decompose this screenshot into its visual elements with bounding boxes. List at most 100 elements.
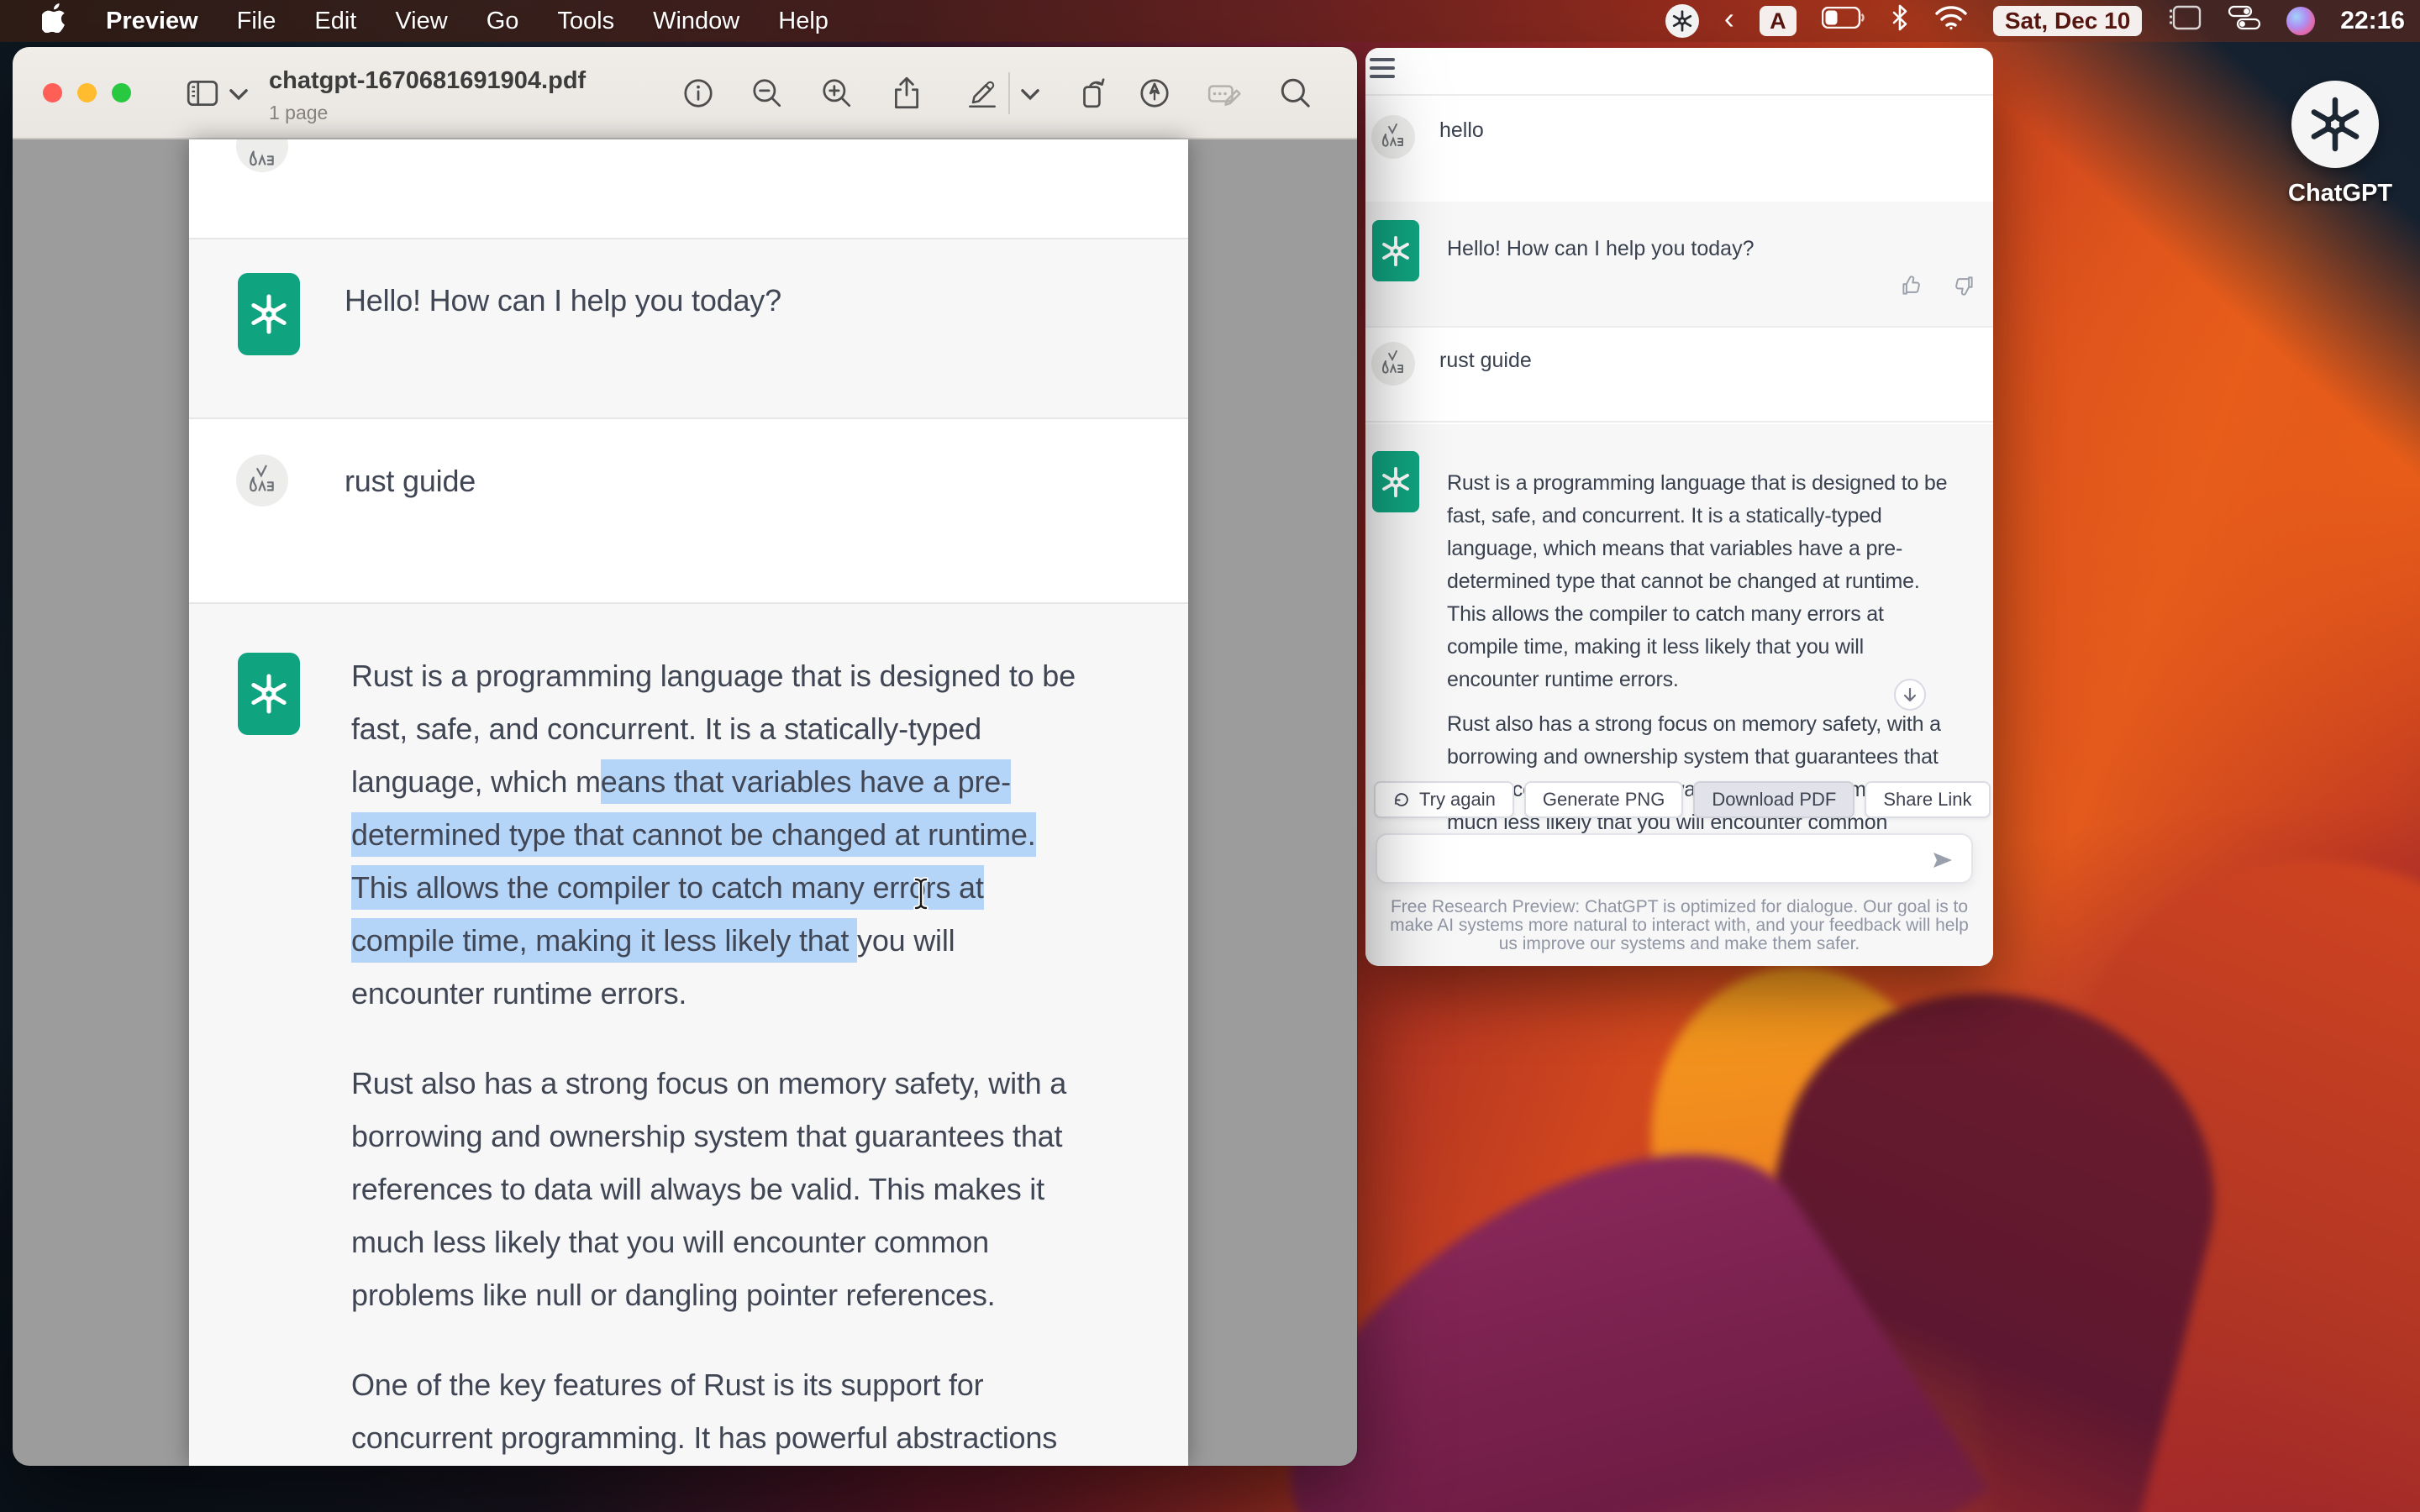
- menu-clock[interactable]: 22:16: [2340, 7, 2405, 35]
- highlighter-icon[interactable]: [965, 76, 1000, 111]
- chevron-left-icon[interactable]: ‹: [1724, 3, 1734, 39]
- download-pdf-button[interactable]: Download PDF: [1693, 781, 1854, 818]
- menu-item[interactable]: Help: [778, 8, 829, 35]
- zoom-button[interactable]: [112, 83, 131, 102]
- text-line: references to data will always be valid.…: [351, 1163, 1175, 1215]
- siri-icon[interactable]: [2286, 7, 2315, 35]
- text-cursor: [912, 877, 930, 911]
- text-line: encounter runtime errors.: [351, 967, 1175, 1020]
- text-line: This allows the compiler to catch many e…: [1447, 598, 1981, 631]
- pdf-page[interactable]: Hello! How can I help you today?: [189, 139, 1188, 1466]
- zoom-in-icon[interactable]: [819, 76, 855, 111]
- user-avatar: [236, 139, 288, 172]
- text-line: language, which means that variables hav…: [1447, 533, 1981, 565]
- assistant-avatar: [1372, 220, 1419, 281]
- text-line: Rust also has a strong focus on memory s…: [351, 1057, 1175, 1110]
- menu-item[interactable]: Go: [487, 8, 519, 35]
- thumbs-up-button[interactable]: [1900, 274, 1923, 297]
- chat-row-assistant: Hello! How can I help you today?: [1365, 202, 1993, 328]
- chevron-down-icon[interactable]: [228, 84, 250, 106]
- assistant-message: Rust is a programming language that is d…: [351, 649, 1175, 1466]
- text-line: determined type that cannot be changed a…: [351, 808, 1175, 861]
- toolbar-divider: [1008, 72, 1010, 114]
- paragraph: Rust also has a strong focus on memory s…: [351, 1057, 1175, 1321]
- text-line: fast, safe, and concurrent. It is a stat…: [351, 702, 1175, 755]
- assistant-avatar: [1372, 451, 1419, 512]
- text-line: much less likely that you will encounter…: [351, 1215, 1175, 1268]
- button-label: Download PDF: [1712, 789, 1836, 811]
- rotate-icon[interactable]: [1076, 76, 1111, 111]
- desktop-icon-label: ChatGPT: [2288, 180, 2382, 207]
- desktop: Preview File Edit View Go Tools Window H…: [0, 0, 2420, 1512]
- info-icon[interactable]: [681, 76, 716, 111]
- share-link-button[interactable]: Share Link: [1865, 781, 1990, 818]
- menu-bar-left: Preview File Edit View Go Tools Window H…: [0, 3, 829, 39]
- menu-item[interactable]: View: [395, 8, 447, 35]
- selected-text: compile time, making it less likely that: [351, 918, 857, 963]
- menu-bar: Preview File Edit View Go Tools Window H…: [0, 0, 2420, 42]
- text-line: This allows the compiler to catch many e…: [351, 861, 1175, 914]
- assistant-avatar: [238, 653, 300, 735]
- menu-item[interactable]: Tools: [557, 8, 614, 35]
- close-button[interactable]: [43, 83, 62, 102]
- battery-icon[interactable]: [1822, 7, 1865, 35]
- pdf-chat-row-assistant: Rust is a programming language that is d…: [189, 604, 1188, 1466]
- wifi-icon[interactable]: [1934, 5, 1968, 37]
- page-count: 1 page: [269, 102, 586, 124]
- pdf-chat-row-user: [189, 139, 1188, 239]
- sidebar-icon[interactable]: [185, 76, 220, 111]
- text-line: Rust is a programming language that is d…: [351, 649, 1175, 702]
- apple-menu-icon[interactable]: [42, 3, 67, 39]
- message-input[interactable]: [1376, 833, 1973, 884]
- assistant-message: Hello! How can I help you today?: [1447, 237, 1754, 261]
- user-message: rust guide: [1439, 349, 1532, 373]
- chatgpt-header: [1365, 48, 1993, 96]
- paragraph-with-selection: Rust is a programming language that is d…: [351, 649, 1175, 1020]
- text-line: Rust also has a strong focus on memory s…: [1447, 708, 1981, 741]
- fill-sign-icon[interactable]: [1207, 76, 1242, 111]
- minimize-button[interactable]: [77, 83, 97, 102]
- generate-png-button[interactable]: Generate PNG: [1524, 781, 1684, 818]
- assistant-avatar: [238, 273, 300, 355]
- user-avatar: [1371, 115, 1415, 159]
- menu-date[interactable]: Sat, Dec 10: [1993, 6, 2142, 36]
- window-title: chatgpt-1670681691904.pdf: [269, 67, 586, 95]
- user-avatar: [1371, 342, 1415, 386]
- text-line: Rust is a programming language that is d…: [1447, 467, 1981, 500]
- selected-text: determined type that cannot be changed a…: [351, 812, 1036, 857]
- search-icon[interactable]: [1278, 76, 1313, 111]
- text-line: concurrent programming. It has powerful …: [351, 1411, 1175, 1464]
- text-line: One of the key features of Rust is its s…: [351, 1358, 1175, 1411]
- button-label: Generate PNG: [1543, 789, 1665, 811]
- thumbs-down-button[interactable]: [1952, 274, 1975, 297]
- screen-mirroring-icon[interactable]: [2167, 4, 2202, 38]
- preview-window: chatgpt-1670681691904.pdf 1 page: [13, 47, 1357, 1466]
- text-line: compile time, making it less likely that…: [351, 914, 1175, 967]
- openai-status-icon[interactable]: [1665, 4, 1699, 38]
- selected-text: This allows the compiler to catch many e…: [351, 865, 984, 910]
- chevron-down-icon[interactable]: [1019, 84, 1041, 106]
- bluetooth-icon[interactable]: [1891, 4, 1909, 38]
- menu-item[interactable]: File: [237, 8, 276, 35]
- zoom-out-icon[interactable]: [750, 76, 785, 111]
- pdf-chat-row-user: rust guide: [189, 419, 1188, 604]
- feedback-buttons: [1900, 274, 1975, 297]
- markup-pen-icon[interactable]: [1137, 76, 1172, 111]
- keyboard-layout-indicator[interactable]: A: [1760, 6, 1797, 36]
- control-center-icon[interactable]: [2228, 5, 2261, 37]
- send-icon[interactable]: [1931, 848, 1954, 872]
- paragraph: Rust also has a strong focus on memory s…: [1447, 708, 1981, 839]
- try-again-button[interactable]: Try again: [1374, 781, 1514, 818]
- menu-item[interactable]: Edit: [314, 8, 356, 35]
- hamburger-menu-icon[interactable]: [1370, 58, 1395, 78]
- chatgpt-desktop-icon[interactable]: ChatGPT: [2288, 81, 2382, 207]
- share-icon[interactable]: [889, 76, 924, 111]
- user-avatar: [236, 454, 288, 507]
- scroll-to-bottom-button[interactable]: [1894, 679, 1926, 711]
- menu-app-name[interactable]: Preview: [106, 8, 198, 35]
- chat-row-user: hello: [1365, 96, 1993, 202]
- menu-item[interactable]: Window: [653, 8, 739, 35]
- text-line: determined type that cannot be changed a…: [1447, 565, 1981, 598]
- openai-logo-icon: [2291, 81, 2379, 168]
- disclaimer-text: Free Research Preview: ChatGPT is optimi…: [1382, 898, 1976, 953]
